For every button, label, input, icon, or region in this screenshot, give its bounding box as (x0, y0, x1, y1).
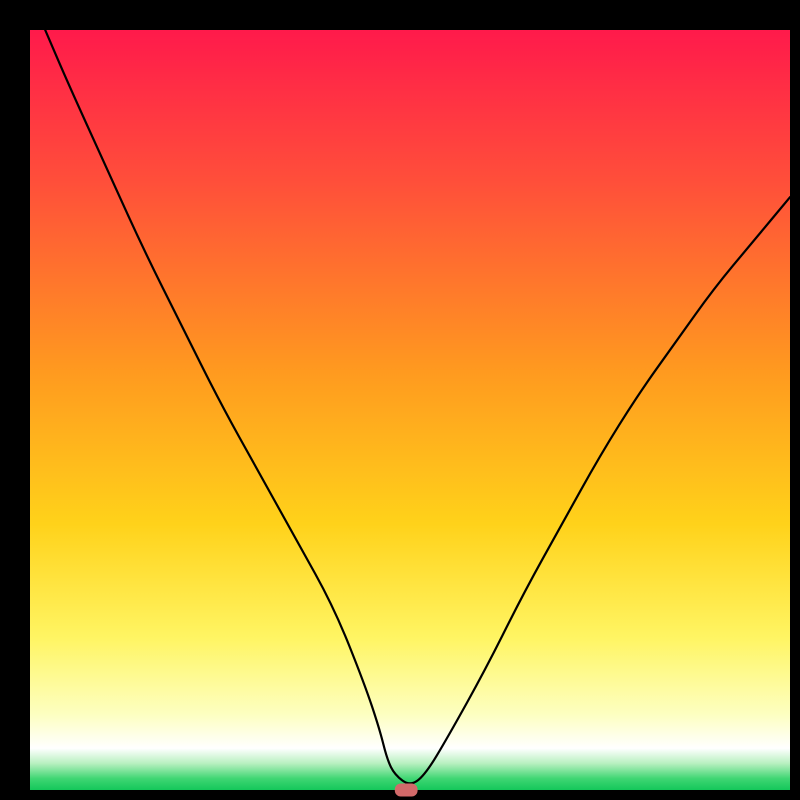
plot-area (30, 30, 790, 790)
chart-frame: TheBottleneck.com (0, 0, 800, 800)
bottleneck-chart (0, 0, 800, 800)
target-marker (395, 784, 418, 797)
